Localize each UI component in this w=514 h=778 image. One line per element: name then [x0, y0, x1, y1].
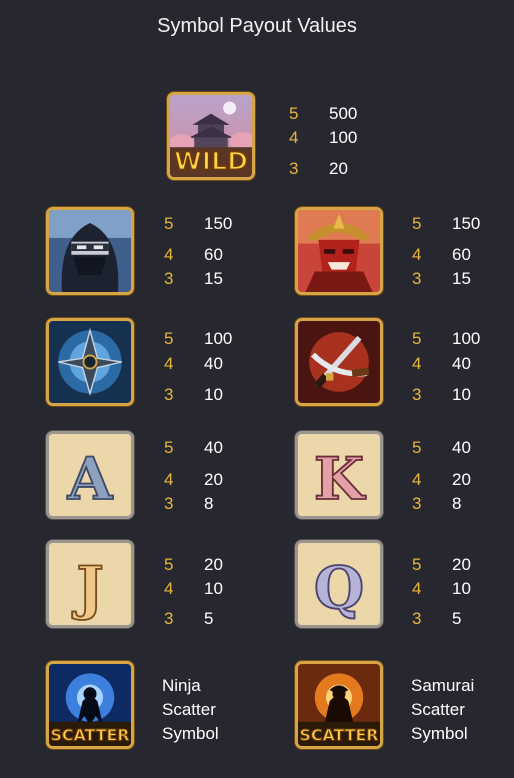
samurai-scatter-label: SCATTER	[300, 725, 379, 744]
payout-count: 5	[164, 438, 174, 457]
payout-value: 5	[204, 609, 214, 628]
payout-value: 15	[204, 269, 223, 288]
payout-value: 20	[452, 555, 471, 574]
payout-count: 5	[289, 104, 299, 123]
payout-count: 5	[412, 438, 422, 457]
samurai-scatter-symbol-icon: SCATTER	[295, 661, 383, 749]
wild-symbol-icon: WILD	[167, 92, 255, 180]
description-line: Samurai	[411, 676, 475, 695]
letter-q-glyph: Q	[314, 554, 364, 622]
letter-k-symbol-icon: K	[295, 431, 383, 519]
payout-value: 40	[452, 354, 471, 373]
payout-count: 3	[412, 609, 422, 628]
description-line: Scatter	[411, 700, 465, 719]
payout-count: 5	[164, 555, 174, 574]
swords-symbol-icon	[295, 318, 383, 406]
payout-value: 15	[452, 269, 471, 288]
payout-value: 500	[329, 104, 358, 123]
description-line: Scatter	[162, 700, 216, 719]
ninja-scatter-description: Ninja Scatter Symbol	[162, 674, 219, 746]
payout-value: 40	[204, 438, 223, 457]
shuriken-symbol-icon	[46, 318, 134, 406]
payout-value: 40	[204, 354, 223, 373]
letter-a-glyph: A	[67, 445, 114, 513]
payout-count: 5	[412, 214, 422, 233]
payout-value: 10	[204, 579, 223, 598]
page-title: Symbol Payout Values	[157, 15, 357, 37]
payout-count: 4	[164, 470, 174, 489]
description-line: Symbol	[411, 724, 468, 743]
payout-count: 4	[412, 579, 422, 598]
payout-value: 60	[204, 245, 223, 264]
payout-count: 3	[164, 494, 174, 513]
description-line: Symbol	[162, 724, 219, 743]
payout-count: 4	[412, 470, 422, 489]
payout-count: 4	[164, 579, 174, 598]
payout-count: 3	[412, 494, 422, 513]
payout-count: 3	[164, 385, 174, 404]
payout-value: 20	[204, 555, 223, 574]
payout-count: 4	[412, 354, 422, 373]
payout-count: 5	[164, 214, 174, 233]
payout-value: 20	[329, 159, 348, 178]
letter-a-symbol-icon: A	[46, 431, 134, 519]
payout-value: 10	[452, 579, 471, 598]
payout-count: 3	[412, 385, 422, 404]
payout-count: 4	[412, 245, 422, 264]
payout-count: 3	[164, 269, 174, 288]
payout-count: 3	[164, 609, 174, 628]
description-line: Ninja	[162, 676, 201, 695]
payout-value: 10	[204, 385, 223, 404]
ninja-scatter-symbol-icon: SCATTER	[46, 661, 134, 749]
payout-value: 100	[329, 128, 358, 147]
ninja-symbol-icon	[46, 207, 134, 295]
letter-q-symbol-icon: Q	[295, 540, 383, 628]
payout-value: 20	[452, 470, 471, 489]
payout-value: 20	[204, 470, 223, 489]
payout-count: 4	[164, 245, 174, 264]
payout-value: 10	[452, 385, 471, 404]
payout-value: 100	[452, 329, 481, 348]
payout-count: 3	[412, 269, 422, 288]
samurai-scatter-description: Samurai Scatter Symbol	[411, 674, 474, 746]
payout-value: 150	[452, 214, 481, 233]
letter-k-glyph: K	[314, 445, 366, 513]
payout-count: 5	[412, 329, 422, 348]
payout-count: 3	[289, 159, 299, 178]
payout-count: 5	[164, 329, 174, 348]
payout-value: 100	[204, 329, 233, 348]
letter-j-symbol-icon: J	[46, 540, 134, 628]
payout-count: 4	[164, 354, 174, 373]
payout-value: 8	[204, 494, 214, 513]
samurai-symbol-icon	[295, 207, 383, 295]
payout-count: 4	[289, 128, 299, 147]
payout-count: 5	[412, 555, 422, 574]
payout-value: 60	[452, 245, 471, 264]
wild-label: WILD	[174, 147, 248, 176]
ninja-scatter-label: SCATTER	[51, 725, 130, 744]
payout-value: 5	[452, 609, 462, 628]
letter-j-glyph: J	[71, 554, 103, 622]
payout-value: 8	[452, 494, 462, 513]
payout-value: 40	[452, 438, 471, 457]
payout-value: 150	[204, 214, 233, 233]
